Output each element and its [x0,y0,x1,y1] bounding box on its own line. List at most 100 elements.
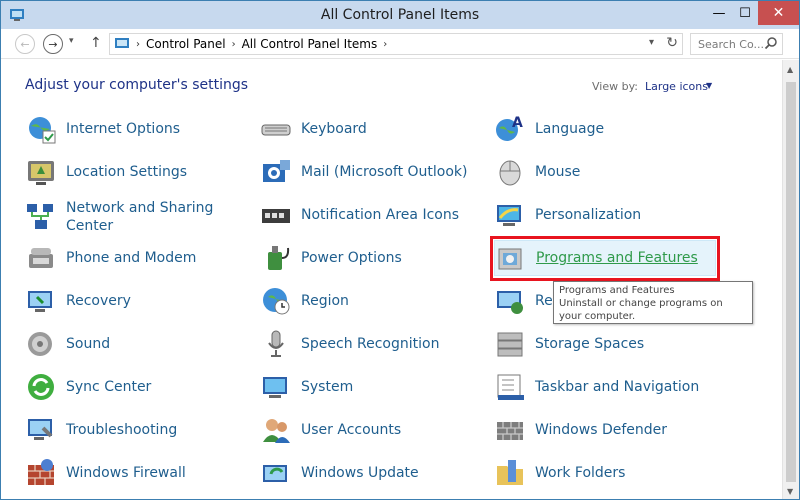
sound-icon [28,332,52,356]
item-phone-modem[interactable]: Phone and Modem [25,240,196,276]
view-by-caret-icon[interactable]: ▼ [706,81,712,90]
item-label[interactable]: Taskbar and Navigation [535,378,699,396]
scroll-down-button[interactable]: ▼ [787,487,793,496]
item-label[interactable]: Sync Center [66,378,151,396]
item-mail[interactable]: Mail (Microsoft Outlook) [260,154,467,190]
item-recovery[interactable]: Recovery [25,283,131,319]
item-location-settings[interactable]: Location Settings [25,154,187,190]
minimize-button[interactable]: — [706,1,732,25]
mail-icon [263,160,290,182]
windows-firewall-icon [28,459,54,485]
item-storage-spaces[interactable]: Storage Spaces [494,326,644,362]
item-label[interactable]: Troubleshooting [66,421,177,439]
item-power-options[interactable]: Power Options [260,240,402,276]
windows-update-icon [263,465,287,482]
item-internet-options[interactable]: Internet Options [25,111,180,147]
item-label[interactable]: Speech Recognition [301,335,439,353]
item-troubleshooting[interactable]: Troubleshooting [25,412,177,448]
item-label[interactable]: Keyboard [301,120,367,138]
item-label[interactable]: Windows Defender [535,421,667,439]
item-windows-defender[interactable]: Windows Defender [494,412,667,448]
tooltip-description: Uninstall or change programs on your com… [559,298,723,322]
item-label[interactable]: Mail (Microsoft Outlook) [301,163,467,181]
item-sync-center[interactable]: Sync Center [25,369,151,405]
item-label[interactable]: Sound [66,335,110,353]
item-label[interactable]: Re [535,292,553,310]
language-icon: A [496,115,523,141]
item-mouse[interactable]: Mouse [494,154,580,190]
item-label[interactable]: Internet Options [66,120,180,138]
taskbar-navigation-icon [497,374,524,400]
item-notification-area-icons[interactable]: Notification Area Icons [260,197,459,233]
up-button[interactable]: ↑ [90,35,102,51]
search-box[interactable]: Search Co... [690,33,783,55]
item-system[interactable]: System [260,369,353,405]
tooltip: Programs and Features Uninstall or chang… [553,281,753,324]
item-label[interactable]: Phone and Modem [66,249,196,267]
item-work-folders[interactable]: Work Folders [494,455,625,491]
item-label[interactable]: Windows Firewall [66,464,186,482]
item-taskbar-navigation[interactable]: Taskbar and Navigation [494,369,699,405]
item-sound[interactable]: Sound [25,326,110,362]
search-icon[interactable] [764,36,778,50]
address-dropdown-button[interactable]: ▾ [649,37,654,48]
scroll-up-button[interactable]: ▲ [787,65,793,74]
item-label[interactable]: User Accounts [301,421,401,439]
back-button[interactable]: ← [15,34,35,54]
system-icon [263,377,287,398]
item-label[interactable]: Language [535,120,604,138]
page-heading: Adjust your computer's settings [25,77,249,93]
search-placeholder: Search Co... [698,38,764,51]
sync-center-icon [28,374,54,400]
item-label[interactable]: Notification Area Icons [301,206,459,224]
item-remoteapp[interactable]: Re [494,283,553,319]
item-label[interactable]: Region [301,292,349,310]
scroll-thumb[interactable] [786,82,796,482]
item-label[interactable]: Network and Sharing Center [66,199,216,235]
breadcrumb-all-items[interactable]: All Control Panel Items [242,37,378,51]
recent-locations-button[interactable]: ▾ [69,36,74,46]
window-title: All Control Panel Items [320,7,480,23]
refresh-button[interactable]: ↻ [666,35,678,51]
item-keyboard[interactable]: Keyboard [260,111,367,147]
item-label[interactable]: Location Settings [66,163,187,181]
breadcrumb-separator[interactable]: › [383,39,387,50]
remoteapp-icon [497,291,523,314]
phone-modem-icon [29,248,53,268]
personalization-icon [497,205,521,226]
tooltip-title: Programs and Features [559,285,675,296]
control-panel-window: All Control Panel Items — ☐ ✕ ← → ▾ ↑ › … [0,0,800,500]
maximize-button[interactable]: ☐ [732,1,758,25]
breadcrumb-separator[interactable]: › [136,39,140,50]
control-panel-location-icon [115,38,129,48]
item-personalization[interactable]: Personalization [494,197,641,233]
item-label[interactable]: Mouse [535,163,580,181]
item-region[interactable]: Region [260,283,349,319]
item-label[interactable]: Storage Spaces [535,335,644,353]
troubleshooting-icon [28,419,53,440]
item-label[interactable]: Recovery [66,292,131,310]
title-bar: All Control Panel Items — ☐ ✕ [1,1,799,29]
vertical-scrollbar[interactable]: ▲ ▼ [782,60,799,499]
item-windows-firewall[interactable]: Windows Firewall [25,455,186,491]
breadcrumb-control-panel[interactable]: Control Panel [146,37,226,51]
item-language[interactable]: A Language [494,111,604,147]
item-label[interactable]: Power Options [301,249,402,267]
item-windows-update[interactable]: Windows Update [260,455,419,491]
notification-area-icon [262,209,290,223]
item-speech-recognition[interactable]: Speech Recognition [260,326,439,362]
breadcrumb-separator[interactable]: › [232,39,236,50]
work-folders-icon [497,460,523,485]
item-label[interactable]: Personalization [535,206,641,224]
item-label[interactable]: System [301,378,353,396]
item-user-accounts[interactable]: User Accounts [260,412,401,448]
item-label[interactable]: Windows Update [301,464,419,482]
item-label[interactable]: Work Folders [535,464,625,482]
view-by-dropdown[interactable]: Large icons [645,80,708,93]
storage-spaces-icon [497,332,523,357]
address-bar[interactable]: › Control Panel › All Control Panel Item… [109,33,683,55]
close-button[interactable]: ✕ [758,1,799,25]
internet-options-icon [29,117,56,144]
item-network-sharing[interactable]: Network and Sharing Center [25,197,216,237]
forward-button[interactable]: → [43,34,63,54]
